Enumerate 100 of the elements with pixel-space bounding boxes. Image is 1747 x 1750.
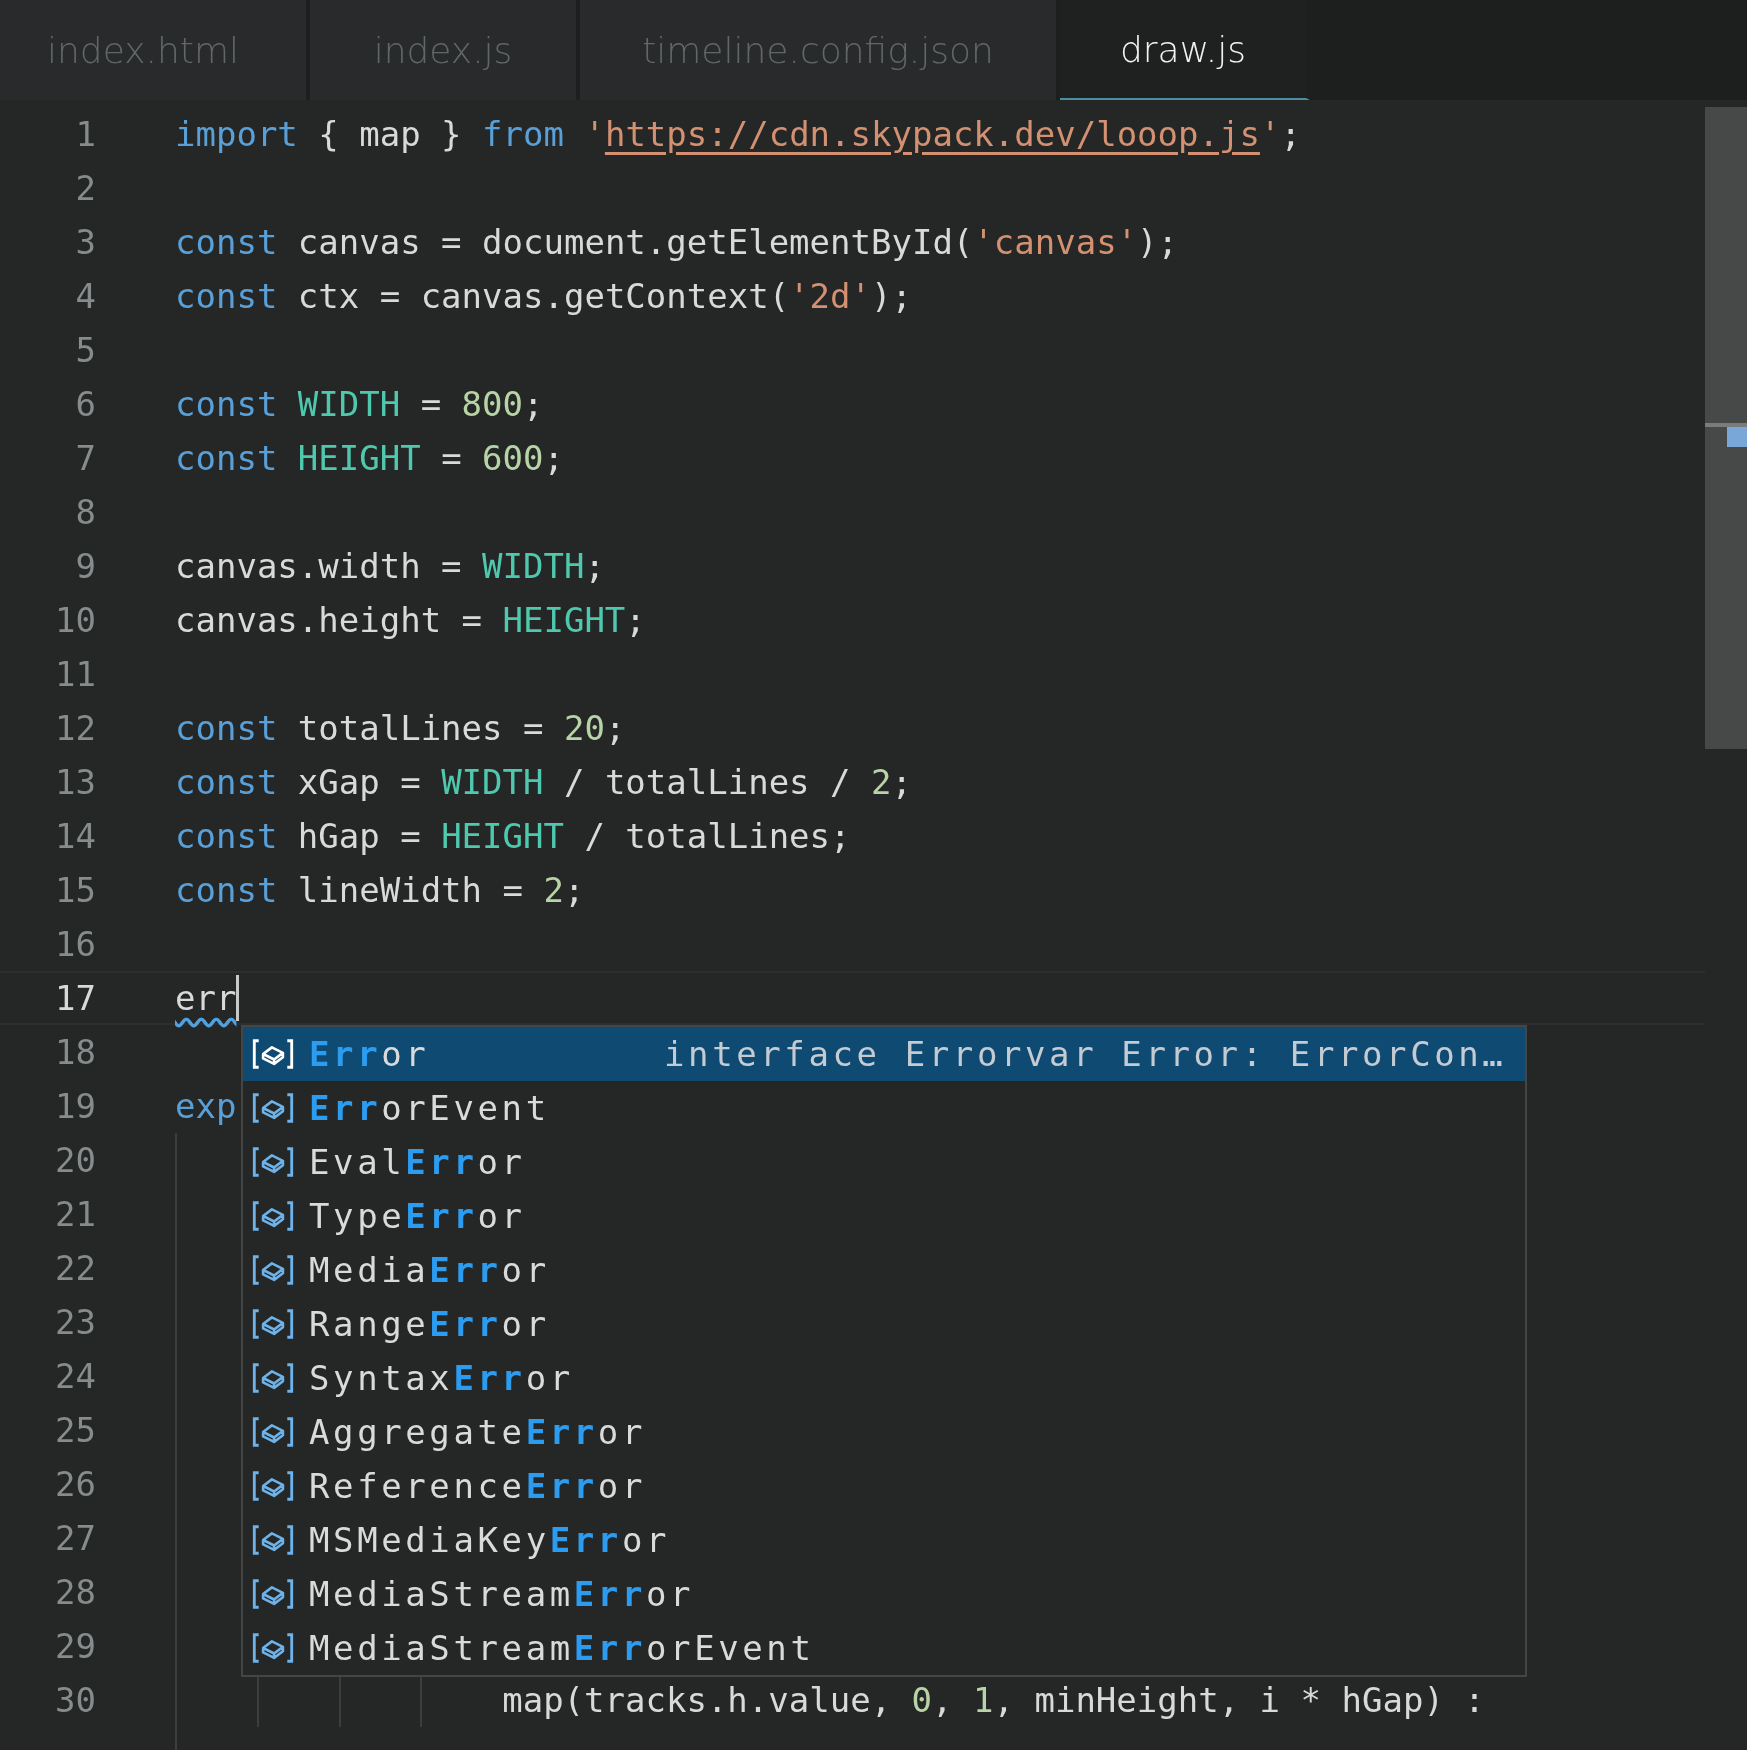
field-icon — [251, 1523, 295, 1557]
constant-text: WIDTH — [441, 762, 544, 802]
code-text: { map } — [317, 114, 463, 154]
code-text: canvas.width = — [175, 546, 463, 586]
code-text: ; — [584, 546, 605, 586]
line-number: 10 — [54, 600, 96, 640]
code-text: ); — [1137, 222, 1179, 262]
field-icon — [251, 1253, 295, 1287]
number-text: 2 — [543, 870, 564, 910]
suggestion-item[interactable]: SyntaxError — [243, 1351, 1525, 1405]
line-number: 13 — [54, 762, 96, 802]
keyword-text: const — [175, 438, 279, 478]
code-text: ; — [563, 870, 585, 910]
string-text: ' — [1259, 114, 1281, 154]
keyword-text: from — [482, 114, 564, 154]
keyword-text: const — [175, 870, 278, 910]
code-text: , minHeight, i * hGap) : — [993, 1680, 1485, 1720]
code-text: / totalLines; — [583, 816, 851, 856]
keyword-text: const — [175, 384, 279, 424]
line-number: 11 — [54, 654, 96, 694]
line-number: 5 — [74, 330, 96, 370]
code-text: xGap = — [296, 762, 422, 802]
number-text: 800 — [461, 384, 524, 424]
line-number: 20 — [54, 1140, 96, 1180]
keyword-text: exp — [175, 1086, 237, 1126]
code-text: ctx = canvas.getContext( — [296, 276, 790, 316]
number-text: 1 — [973, 1680, 994, 1720]
keyword-text: const — [175, 708, 278, 748]
suggestion-item[interactable]: MSMediaKeyError — [243, 1513, 1525, 1567]
line-number: 25 — [54, 1410, 96, 1450]
constant-text: HEIGHT — [441, 816, 564, 856]
string-text: ' — [583, 114, 605, 154]
line-number: 29 — [54, 1626, 96, 1666]
code-text: / totalLines / — [562, 762, 852, 802]
number-text: 20 — [563, 708, 605, 748]
line-number: 14 — [54, 816, 96, 856]
code-text: lineWidth = — [296, 870, 524, 910]
constant-text: HEIGHT — [502, 600, 626, 640]
code-text: = — [419, 384, 443, 424]
code-text: ; — [891, 762, 912, 802]
line-number: 15 — [54, 870, 96, 910]
constant-text: WIDTH — [297, 384, 401, 424]
field-icon — [251, 1307, 295, 1341]
line-number: 26 — [54, 1464, 96, 1504]
field-icon — [251, 1037, 295, 1071]
keyword-text: const — [175, 762, 278, 802]
line-number: 30 — [54, 1680, 96, 1720]
line-number: 28 — [54, 1572, 96, 1612]
line-number: 17 — [54, 978, 96, 1018]
suggestion-item[interactable]: MediaStreamErrorEvent — [243, 1621, 1525, 1675]
field-icon — [251, 1631, 295, 1665]
code-text: ; — [604, 708, 626, 748]
line-number: 19 — [54, 1086, 96, 1126]
code-text: hGap = — [296, 816, 422, 856]
code-text: canvas.height = — [175, 600, 484, 640]
line-number: 8 — [74, 492, 96, 532]
line-number: 9 — [74, 546, 96, 586]
field-icon — [251, 1577, 295, 1611]
line-number: 1 — [74, 114, 96, 154]
keyword-text: const — [175, 276, 278, 316]
line-number: 24 — [54, 1356, 96, 1396]
code-text: canvas = document.getElementById( — [296, 222, 974, 262]
url-link[interactable]: https://cdn.skypack.dev/looop.js — [604, 114, 1260, 154]
line-number: 3 — [74, 222, 96, 262]
field-icon — [251, 1199, 295, 1233]
typed-text: err — [175, 978, 237, 1018]
line-number: 6 — [74, 384, 96, 424]
line-number: 7 — [74, 438, 96, 478]
line-number: 21 — [54, 1194, 96, 1234]
line-number: 2 — [74, 168, 96, 208]
field-icon — [251, 1469, 295, 1503]
code-text: ; — [543, 438, 564, 478]
constant-text: WIDTH — [482, 546, 585, 586]
suggestion-item[interactable]: AggregateError — [243, 1405, 1525, 1459]
code-text: ; — [625, 600, 646, 640]
line-number: 16 — [54, 924, 96, 964]
keyword-text: const — [175, 222, 278, 262]
code-text: ; — [1280, 114, 1301, 154]
suggestion-item[interactable]: TypeError — [243, 1189, 1525, 1243]
keyword-text: const — [175, 816, 278, 856]
line-number: 22 — [54, 1248, 96, 1288]
suggestion-item[interactable]: ReferenceError — [243, 1459, 1525, 1513]
line-number: 18 — [54, 1032, 96, 1072]
code-text: = — [440, 438, 463, 478]
number-text: 600 — [482, 438, 544, 478]
code-text: ; — [523, 384, 544, 424]
suggestion-item[interactable]: RangeError — [243, 1297, 1525, 1351]
line-number: 4 — [74, 276, 96, 316]
suggestion-item[interactable]: Error interface Errorvar Error: ErrorCon… — [243, 1027, 1525, 1081]
string-text: 'canvas' — [973, 222, 1138, 262]
constant-text: HEIGHT — [297, 438, 421, 478]
field-icon — [251, 1361, 295, 1395]
number-text: 2 — [871, 762, 892, 802]
suggestion-item[interactable]: MediaStreamError — [243, 1567, 1525, 1621]
text-cursor — [236, 975, 240, 1021]
suggestion-item[interactable]: ErrorEvent — [243, 1081, 1525, 1135]
string-text: '2d' — [789, 276, 871, 316]
number-text: 0 — [911, 1680, 933, 1720]
code-text: , — [932, 1680, 954, 1720]
line-number: 23 — [54, 1302, 96, 1342]
